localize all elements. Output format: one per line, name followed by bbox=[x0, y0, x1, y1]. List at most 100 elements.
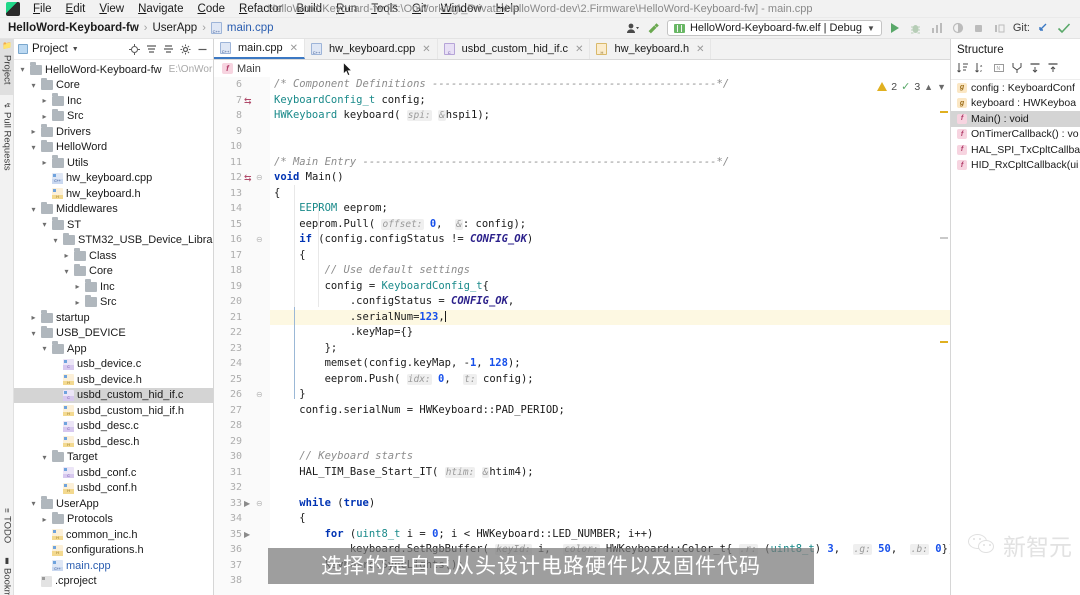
tree-node[interactable]: ▸ Src bbox=[14, 294, 213, 311]
tree-node[interactable]: .cproject bbox=[14, 574, 213, 590]
structure-item[interactable]: f HAL_SPI_TxCpltCallba bbox=[951, 142, 1080, 158]
debug-bug-icon[interactable] bbox=[908, 20, 924, 36]
menu-item-view[interactable]: View bbox=[92, 2, 131, 16]
code-line[interactable]: .serialNum=123, bbox=[270, 309, 950, 325]
chevron-down-icon[interactable]: ▼ bbox=[937, 82, 946, 92]
collapse-all-icon[interactable] bbox=[1047, 62, 1059, 77]
chevron-up-icon[interactable]: ▲ bbox=[924, 82, 933, 92]
tree-node[interactable]: usbd_conf.h bbox=[14, 481, 213, 497]
structure-item[interactable]: g keyboard : HWKeyboa bbox=[951, 96, 1080, 112]
twisty-icon[interactable]: ▾ bbox=[40, 344, 49, 353]
hammer-icon[interactable] bbox=[646, 20, 662, 36]
tree-node[interactable]: ▾ ST bbox=[14, 217, 213, 233]
menu-item-refactor[interactable]: Refactor bbox=[232, 2, 289, 16]
code-line[interactable]: { bbox=[270, 186, 950, 202]
twisty-icon[interactable]: ▸ bbox=[40, 158, 49, 167]
editor-tab[interactable]: usbd_custom_hid_if.c ✕ bbox=[438, 39, 591, 59]
breadcrumb[interactable]: HelloWord-Keyboard-fw › UserApp › main.c… bbox=[0, 22, 274, 34]
run-play-icon[interactable] bbox=[887, 20, 903, 36]
tree-node[interactable]: ▾ App bbox=[14, 341, 213, 357]
close-icon[interactable]: ✕ bbox=[290, 43, 298, 54]
code-line[interactable]: config = KeyboardConfig_t{ bbox=[270, 279, 950, 295]
expand-all-icon[interactable] bbox=[1029, 62, 1041, 77]
inspection-widget[interactable]: 2 ✓ 3 ▲ ▼ bbox=[877, 80, 946, 93]
collapse-all-icon[interactable] bbox=[162, 43, 175, 56]
tree-node[interactable]: ▸ Src bbox=[14, 108, 213, 125]
tree-node[interactable]: ▾ UserApp bbox=[14, 496, 213, 512]
run-configuration-selector[interactable]: HelloWord-Keyboard-fw.elf | Debug ▼ bbox=[666, 20, 882, 36]
tree-node[interactable]: ▸ Class bbox=[14, 248, 213, 264]
twisty-icon[interactable]: ▾ bbox=[29, 205, 38, 214]
menu-item-file[interactable]: File bbox=[26, 2, 59, 16]
sidebar-item-project[interactable]: 📁 Project bbox=[0, 39, 14, 95]
menu-item-edit[interactable]: Edit bbox=[59, 2, 93, 16]
sidebar-item-pull-requests[interactable]: ↯ Pull Requests bbox=[0, 99, 14, 185]
code-line[interactable]: HAL_TIM_Base_Start_IT( htim: &htim4); bbox=[270, 465, 950, 481]
menu-item-build[interactable]: Build bbox=[290, 2, 330, 16]
code-line[interactable]: HWKeyboard keyboard( spi: &hspi1); bbox=[270, 108, 950, 124]
code-line[interactable]: // Keyboard starts bbox=[270, 449, 950, 465]
tree-node[interactable]: usb_device.c bbox=[14, 357, 213, 373]
tree-node[interactable]: ▾ Core bbox=[14, 263, 213, 280]
fold-toggle-icon[interactable]: ⊖ bbox=[256, 235, 263, 244]
code-line[interactable]: void Main() bbox=[270, 170, 950, 186]
git-update-icon[interactable] bbox=[1035, 20, 1051, 36]
code-line[interactable]: while (true) bbox=[270, 496, 950, 512]
tree-node[interactable]: usbd_custom_hid_if.h bbox=[14, 403, 213, 419]
tree-node[interactable]: configurations.h bbox=[14, 543, 213, 559]
close-icon[interactable]: ✕ bbox=[696, 44, 704, 55]
tree-node[interactable]: ▾ Target bbox=[14, 449, 213, 466]
editor-tab[interactable]: hw_keyboard.cpp ✕ bbox=[305, 39, 438, 59]
code-line[interactable]: }; bbox=[270, 341, 950, 357]
twisty-icon[interactable]: ▾ bbox=[29, 499, 38, 508]
tree-node[interactable]: hw_keyboard.h bbox=[14, 186, 213, 202]
structure-item[interactable]: f OnTimerCallback() : vo bbox=[951, 127, 1080, 143]
code-line[interactable]: { bbox=[270, 511, 950, 527]
editor-tab[interactable]: hw_keyboard.h ✕ bbox=[590, 39, 712, 59]
twisty-icon[interactable]: ▾ bbox=[62, 267, 71, 276]
twisty-icon[interactable]: ▸ bbox=[73, 298, 82, 307]
sort-by-type-icon[interactable]: az bbox=[975, 62, 987, 77]
chevron-down-icon[interactable]: ▼ bbox=[72, 46, 79, 53]
twisty-icon[interactable]: ▾ bbox=[29, 329, 38, 338]
tree-node[interactable]: main.cpp bbox=[14, 558, 213, 574]
expand-all-icon[interactable] bbox=[145, 43, 158, 56]
code-line[interactable]: /* Main Entry --------------------------… bbox=[270, 155, 950, 171]
close-icon[interactable]: ✕ bbox=[422, 44, 430, 55]
tree-node[interactable]: ▾ STM32_USB_Device_Librar bbox=[14, 232, 213, 249]
structure-item[interactable]: f Main() : void bbox=[951, 111, 1080, 127]
editor-tab-bar[interactable]: main.cpp✕hw_keyboard.cpp✕usbd_custom_hid… bbox=[214, 39, 950, 60]
hide-panel-icon[interactable] bbox=[196, 43, 209, 56]
tree-node[interactable]: ▾ Middlewares bbox=[14, 201, 213, 218]
menu-item-window[interactable]: Window bbox=[434, 2, 489, 16]
menu-bar[interactable]: File Edit View Navigate Code Refactor Bu… bbox=[26, 2, 526, 16]
tree-node[interactable]: common_inc.h bbox=[14, 527, 213, 543]
project-tree[interactable]: ▾ HelloWord-Keyboard-fw E:\OnWor ▾ Core ▸ Inc ▸… bbox=[14, 60, 213, 595]
menu-item-navigate[interactable]: Navigate bbox=[131, 2, 190, 16]
git-commit-check-icon[interactable] bbox=[1056, 20, 1072, 36]
code-line[interactable]: eeprom.Pull( offset: 0, &: config); bbox=[270, 217, 950, 233]
twisty-icon[interactable]: ▾ bbox=[29, 81, 38, 90]
vcs-change-marker[interactable]: ⇆ bbox=[244, 173, 252, 184]
tree-node[interactable]: ▾ Core bbox=[14, 77, 213, 94]
code-line[interactable]: // Use default settings bbox=[270, 263, 950, 279]
twisty-icon[interactable]: ▸ bbox=[40, 515, 49, 524]
twisty-icon[interactable]: ▸ bbox=[62, 251, 71, 260]
tree-node[interactable]: usbd_custom_hid_if.c bbox=[14, 387, 213, 403]
structure-item[interactable]: f HID_RxCpltCallback(ui bbox=[951, 158, 1080, 174]
twisty-icon[interactable]: ▾ bbox=[29, 143, 38, 152]
menu-item-code[interactable]: Code bbox=[191, 2, 233, 16]
editor-tab[interactable]: main.cpp ✕ bbox=[214, 39, 306, 59]
sort-alpha-icon[interactable] bbox=[957, 62, 969, 77]
breadcrumb-file[interactable]: main.cpp bbox=[227, 22, 274, 34]
fold-toggle-icon[interactable]: ⊖ bbox=[256, 173, 263, 182]
tree-node[interactable]: ▸ Protocols bbox=[14, 511, 213, 528]
show-anonymous-icon[interactable]: N bbox=[993, 62, 1005, 77]
twisty-icon[interactable]: ▾ bbox=[18, 65, 27, 74]
fold-toggle-icon[interactable]: ⊖ bbox=[256, 499, 263, 508]
tree-node[interactable]: ▸ Drivers bbox=[14, 124, 213, 140]
attach-icon[interactable] bbox=[992, 20, 1008, 36]
tree-node[interactable]: ▾ HelloWord-Keyboard-fw E:\OnWor bbox=[14, 62, 213, 78]
twisty-icon[interactable]: ▾ bbox=[40, 220, 49, 229]
tree-node[interactable]: ▸ Inc bbox=[14, 93, 213, 109]
